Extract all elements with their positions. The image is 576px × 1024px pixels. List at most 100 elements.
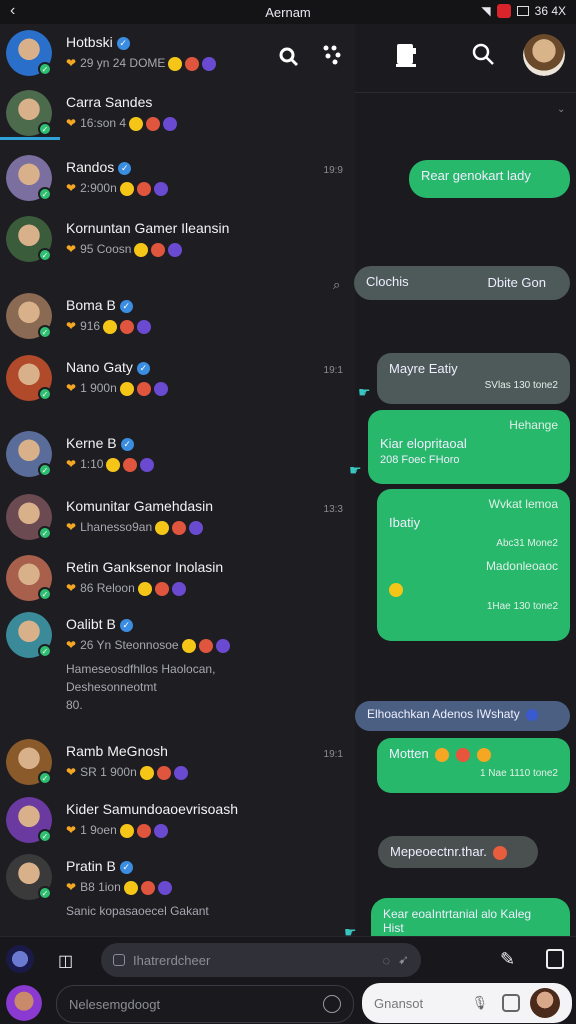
header-divider bbox=[355, 92, 576, 93]
message-bubble[interactable]: Mayre Eatiy SVlas 130 tone2 bbox=[377, 353, 570, 404]
emoji-button-icon[interactable] bbox=[323, 995, 341, 1013]
contact-name-text: Kornuntan Gamer Ileansin bbox=[66, 220, 230, 236]
emoji-icon bbox=[119, 823, 134, 838]
message-meta: SVlas 130 tone2 bbox=[484, 380, 558, 391]
profile-avatar[interactable] bbox=[523, 34, 565, 76]
message-bubble[interactable]: Hehange Kiar elopritaoal 208 Foec FHoro bbox=[368, 410, 570, 484]
online-badge-icon: ✓ bbox=[38, 886, 52, 900]
emoji-icon bbox=[155, 520, 170, 535]
message-bubble[interactable]: Wvkat lemoa Ibatiy Abc31 Mone2 Madonleoa… bbox=[377, 489, 570, 641]
message-meta: 1 Nae 1110 tone2 bbox=[479, 767, 558, 779]
message-bubble[interactable]: Kear eoaIntrtanial alo Kaleg Hist bbox=[371, 898, 570, 936]
contact-subtitle: ❤ 1 9oen bbox=[66, 823, 168, 838]
contact-subtitle: ❤ 16:son 4 bbox=[66, 116, 178, 131]
contact-row[interactable]: ✓ Hotbski ✓ ❤ 29 yn 24 DOME bbox=[0, 30, 355, 86]
online-badge-icon: ✓ bbox=[38, 463, 52, 477]
contact-row[interactable]: ✓ Nano Gaty ✓ ❤ 1 900n 19:1 bbox=[0, 355, 355, 411]
input-placeholder: Ihatrerdcheer bbox=[133, 952, 211, 968]
search-icon[interactable] bbox=[469, 40, 497, 68]
message-bubble[interactable]: Mepeoectnr.thar. bbox=[378, 836, 538, 868]
message-bubble[interactable]: Rear genokart lady bbox=[409, 160, 570, 198]
contact-row[interactable]: ✓ Randos ✓ ❤ 2:900n 19:9 bbox=[0, 155, 355, 211]
message-text: Mepeoectnr.thar. bbox=[390, 844, 487, 859]
contact-row[interactable]: ✓ Retin Ganksenor Inolasin ❤ 86 Reloon bbox=[0, 555, 355, 611]
emoji-icon bbox=[173, 765, 188, 780]
reply-avatar[interactable] bbox=[530, 988, 560, 1018]
emoji-icon bbox=[215, 638, 230, 653]
contact-name-text: Carra Sandes bbox=[66, 94, 153, 110]
contact-row[interactable]: ✓ Kornuntan Gamer Ileansin ❤ 95 Coosn bbox=[0, 216, 355, 272]
contact-name-text: Oalibt B bbox=[66, 616, 116, 632]
search-small-icon[interactable]: ⌕ bbox=[333, 277, 340, 293]
contact-subtitle-text: SR 1 900n bbox=[80, 765, 137, 779]
emoji-icon bbox=[146, 116, 161, 131]
emoji-icon bbox=[168, 56, 183, 71]
emoji-icon bbox=[172, 520, 187, 535]
contact-name: Kerne B ✓ bbox=[66, 435, 134, 451]
camera-icon[interactable] bbox=[502, 994, 520, 1012]
online-badge-icon: ✓ bbox=[38, 248, 52, 262]
message-bubble[interactable]: Elhoachkan Adenos IWshaty bbox=[355, 701, 570, 731]
emoji-icon bbox=[136, 823, 151, 838]
emoji-icon bbox=[157, 880, 172, 895]
user-avatar[interactable] bbox=[6, 985, 42, 1021]
contact-subtitle-text: 2:900n bbox=[80, 181, 117, 195]
message-bubble[interactable]: Motten 1 Nae 1110 tone2 bbox=[377, 738, 570, 793]
reply-input[interactable]: Gnansot 🎙︎ bbox=[362, 983, 572, 1023]
contact-subtitle: ❤ B8 1ion bbox=[66, 880, 172, 895]
message-bubble[interactable]: Clochis Dbite Gon bbox=[354, 266, 570, 300]
contact-row[interactable]: ✓ Pratin B ✓ ❤ B8 1ion Sanic kopasaoecel Gaka… bbox=[0, 854, 355, 918]
book-icon[interactable]: ◫ bbox=[58, 951, 73, 971]
emoji-icon bbox=[185, 56, 200, 71]
status-right-text: 36 4X bbox=[534, 4, 566, 18]
contact-subtitle: ❤ 95 Coosn bbox=[66, 242, 183, 257]
contact-name-text: Kider Samundoaoevrisoash bbox=[66, 801, 238, 817]
heart-icon: ❤ bbox=[66, 242, 77, 256]
contact-row[interactable]: ✓ Kider Samundoaoevrisoash ❤ 1 9oen bbox=[0, 797, 355, 853]
contact-subtitle: ❤ 1:10 bbox=[66, 457, 155, 472]
info-icon[interactable] bbox=[546, 949, 564, 969]
contact-row[interactable]: ✓ Komunitar Gamehdasin ❤ Lhanesso9an 13:3 bbox=[0, 494, 355, 550]
contact-preview-text: 80. bbox=[66, 698, 83, 712]
message-meta: Dbite Gon bbox=[487, 275, 546, 290]
message-text: Madonleoaoc bbox=[485, 559, 558, 573]
emoji-icon bbox=[120, 319, 135, 334]
mic-icon[interactable]: ◌ bbox=[382, 953, 390, 968]
reaction-icon[interactable]: ☛ bbox=[358, 384, 371, 401]
message-text: Clochis bbox=[366, 274, 409, 289]
wifi-icon: ◥ bbox=[481, 4, 491, 18]
attach-icon[interactable] bbox=[113, 954, 125, 966]
emoji-icon bbox=[198, 638, 213, 653]
contact-subtitle-text: 1 9oen bbox=[80, 823, 117, 837]
send-icon[interactable]: ➹ bbox=[398, 952, 409, 968]
contact-row[interactable]: ✓ Boma B ✓ ❤ 916 bbox=[0, 293, 355, 349]
emoji-icon bbox=[456, 747, 470, 762]
contact-name: Randos ✓ bbox=[66, 159, 132, 175]
contact-row[interactable]: ✓ Ramb MeGnosh ❤ SR 1 900n 19:1 bbox=[0, 739, 355, 795]
message-text: Mayre Eatiy bbox=[389, 361, 458, 376]
mic-icon[interactable]: 🎙︎ bbox=[471, 995, 488, 1011]
small-avatar[interactable] bbox=[6, 945, 34, 973]
verified-icon: ✓ bbox=[120, 437, 134, 451]
back-icon[interactable]: ‹ bbox=[10, 2, 15, 20]
message-input-top[interactable]: Ihatrerdcheer ◌ ➹ bbox=[101, 943, 421, 977]
heart-icon: ❤ bbox=[66, 56, 77, 70]
contact-subtitle: ❤ Lhanesso9an bbox=[66, 520, 204, 535]
contact-subtitle-text: 26 Yn Steonnosoe bbox=[80, 638, 179, 652]
clipboard-icon[interactable] bbox=[392, 40, 420, 68]
composer: ◫ Ihatrerdcheer ◌ ➹ ✎ Nelesemgdoogt Gnan… bbox=[0, 936, 576, 1024]
message-input[interactable]: Nelesemgdoogt bbox=[56, 985, 354, 1023]
contact-subtitle-text: 1 900n bbox=[80, 381, 117, 395]
record-icon bbox=[496, 4, 511, 18]
message-text: Kiar elopritaoal bbox=[380, 436, 467, 451]
emoji-icon bbox=[202, 56, 217, 71]
chevron-down-icon[interactable]: ⌄ bbox=[557, 104, 565, 115]
contact-row[interactable]: ✓ Kerne B ✓ ❤ 1:10 bbox=[0, 431, 355, 487]
heart-icon: ❤ bbox=[66, 116, 77, 130]
pen-icon[interactable]: ✎ bbox=[500, 949, 515, 970]
emoji-icon bbox=[154, 581, 169, 596]
online-badge-icon: ✓ bbox=[38, 122, 52, 136]
verified-icon: ✓ bbox=[119, 860, 133, 874]
contact-row[interactable]: ✓ Oalibt B ✓ ❤ 26 Yn Steonnosoe Hameseosdfhll… bbox=[0, 612, 355, 722]
reaction-icon[interactable]: ☛ bbox=[349, 462, 362, 479]
